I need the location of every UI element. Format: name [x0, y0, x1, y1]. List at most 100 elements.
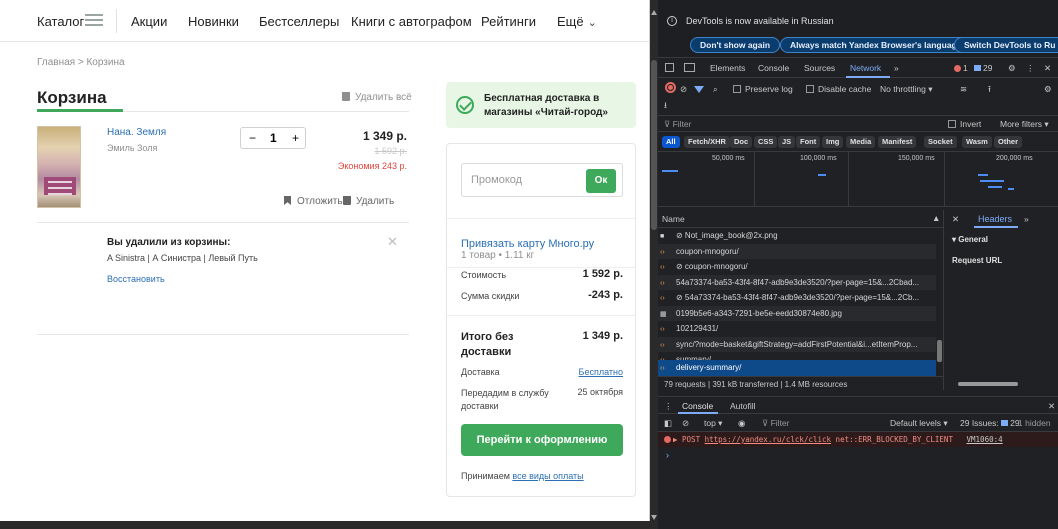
name-column-header[interactable]: Name [662, 214, 685, 224]
postpone-button[interactable]: Отложить [284, 196, 343, 207]
message-counter[interactable]: 29 [974, 63, 992, 73]
kebab-menu-icon[interactable]: ⋮ [1026, 63, 1035, 74]
clear-icon[interactable]: ⊘ [680, 84, 687, 95]
record-icon[interactable] [665, 82, 676, 93]
import-icon[interactable]: ⭱ [988, 84, 991, 98]
link-card-link[interactable]: Привязать карту Много.ру [461, 238, 594, 250]
error-source-link[interactable]: VM1060:4 [967, 435, 1003, 444]
panel-horizontal-scrollbar[interactable] [944, 380, 1058, 388]
requests-scrollbar[interactable] [936, 228, 943, 376]
request-row[interactable]: ‹› 102129431/ [658, 321, 936, 337]
scroll-down-icon[interactable] [651, 515, 657, 520]
scrollbar-thumb[interactable] [937, 340, 942, 362]
close-panel-icon[interactable]: ✕ [952, 214, 959, 225]
tab-network[interactable]: Network [850, 63, 881, 73]
tab-autofill[interactable]: Autofill [730, 401, 756, 411]
request-row[interactable]: ■ ⊘ Not_image_book@2x.png [658, 228, 936, 244]
increase-button[interactable]: + [292, 131, 299, 145]
request-row[interactable]: ‹› coupon-mnogoru/ [658, 243, 936, 259]
breadcrumb[interactable]: Главная > Корзина [37, 57, 125, 68]
preserve-log-checkbox[interactable]: Preserve log [733, 84, 793, 94]
network-timeline-overview[interactable]: 50,000 ms 100,000 ms 150,000 ms 200,000 … [658, 152, 1058, 207]
error-url-link[interactable]: https://yandex.ru/clck/click [705, 435, 831, 444]
tab-sources[interactable]: Sources [804, 63, 835, 73]
apply-promo-button[interactable]: Ок [586, 169, 616, 193]
filter-chip-js[interactable]: JS [778, 136, 796, 148]
decrease-button[interactable]: − [249, 131, 256, 145]
restore-link[interactable]: Восстановить [107, 274, 165, 284]
issues-counter[interactable]: 29 Issues: 29 [960, 418, 1020, 428]
filter-chip-all[interactable]: All [662, 136, 680, 148]
tab-console[interactable]: Console [758, 63, 789, 73]
nav-new[interactable]: Новинки [188, 14, 239, 29]
filter-chip-doc[interactable]: Doc [730, 136, 753, 148]
throttling-select[interactable]: No throttling ▾ [880, 84, 932, 95]
book-title-link[interactable]: Нана. Земля [107, 127, 166, 138]
close-icon[interactable]: ✕ [1044, 63, 1051, 74]
request-row[interactable]: ‹› ⊘ coupon-mnogoru/ [658, 259, 936, 275]
invert-checkbox[interactable]: Invert [948, 119, 981, 129]
live-expression-icon[interactable]: ◉ [738, 418, 745, 429]
quantity-value[interactable]: 1 [270, 131, 277, 145]
console-error-message[interactable]: ▶ POST https://yandex.ru/clck/click net:… [658, 432, 1058, 447]
remove-button[interactable]: Удалить [343, 196, 394, 207]
close-icon[interactable]: ✕ [387, 234, 398, 250]
page-scrollbar[interactable] [650, 0, 658, 529]
nav-more[interactable]: Ещё ⌄ [557, 14, 597, 29]
nav-bestsellers[interactable]: Бестселлеры [259, 14, 339, 29]
filter-chip-socket[interactable]: Socket [924, 136, 957, 148]
console-filter-input[interactable]: ⊽ Filter [762, 418, 789, 429]
filter-chip-media[interactable]: Media [846, 136, 876, 148]
console-prompt[interactable]: › [666, 450, 669, 460]
search-icon[interactable]: ⌕ [713, 84, 718, 95]
filter-chip-manifest[interactable]: Manifest [878, 136, 917, 148]
filter-chip-css[interactable]: CSS [754, 136, 778, 148]
sidebar-toggle-icon[interactable]: ◧ [664, 418, 672, 429]
nav-catalog[interactable]: Каталог [37, 14, 84, 29]
error-counter[interactable]: 1 [954, 63, 968, 73]
filter-chip-fetch-xhr[interactable]: Fetch/XHR [684, 136, 730, 148]
always-match-language-button[interactable]: Always match Yandex Browser's language [780, 37, 972, 53]
dont-show-again-button[interactable]: Don't show again [690, 37, 781, 53]
filter-chip-wasm[interactable]: Wasm [962, 136, 992, 148]
filter-input[interactable]: ⊽ Filter [664, 119, 691, 130]
tab-headers[interactable]: Headers [978, 214, 1012, 224]
request-row-selected[interactable]: ‹› delivery-summary/ [658, 360, 936, 376]
filter-icon[interactable] [694, 86, 704, 93]
gear-icon[interactable]: ⚙ [1008, 63, 1016, 74]
request-row[interactable]: ‹› ⊘ 54a73374-ba53-43f4-8f47-adb9e3de3520… [658, 290, 936, 306]
scroll-up-icon[interactable] [651, 10, 657, 15]
switch-language-button[interactable]: Switch DevTools to Ru [954, 37, 1058, 53]
log-levels-select[interactable]: Default levels ▾ [890, 418, 948, 429]
nav-promotions[interactable]: Акции [131, 14, 167, 29]
clear-console-icon[interactable]: ⊘ [682, 418, 689, 429]
context-select[interactable]: top ▾ [704, 418, 722, 429]
general-section-toggle[interactable]: ▾ General [952, 235, 988, 244]
nav-autographed[interactable]: Книги с автографом [351, 14, 472, 29]
checkout-button[interactable]: Перейти к оформлению [461, 424, 623, 456]
drawer-menu-icon[interactable]: ⋮ [664, 401, 673, 412]
filter-chip-font[interactable]: Font [796, 136, 821, 148]
disable-cache-checkbox[interactable]: Disable cache [806, 84, 871, 94]
promo-code-input[interactable]: Промокод Ок [461, 163, 623, 197]
payment-methods-link[interactable]: все виды оплаты [512, 471, 583, 481]
page-horizontal-scrollbar[interactable] [0, 521, 650, 529]
request-row[interactable]: ‹› 54a73374-ba53-43f4-8f47-adb9e3de3520/?… [658, 274, 936, 290]
inspect-icon[interactable] [665, 63, 674, 72]
sort-up-icon[interactable]: ▲ [932, 213, 940, 223]
export-icon[interactable]: ⭳ [664, 100, 667, 114]
filter-chip-img[interactable]: Img [822, 136, 844, 148]
scrollbar-thumb[interactable] [651, 60, 657, 230]
more-tabs-icon[interactable]: » [1024, 214, 1029, 224]
scrollbar-thumb[interactable] [958, 382, 1018, 386]
more-tabs-icon[interactable]: » [894, 63, 899, 73]
device-toolbar-icon[interactable] [684, 63, 695, 72]
delivery-value-link[interactable]: Бесплатно [579, 367, 623, 377]
gear-icon[interactable]: ⚙ [1044, 84, 1052, 95]
tab-elements[interactable]: Elements [710, 63, 745, 73]
request-row[interactable]: ‹› sync/?mode=basket&giftStrategy=addFirs… [658, 336, 936, 352]
nav-ratings[interactable]: Рейтинги [481, 14, 536, 29]
network-conditions-icon[interactable]: ≋ [960, 84, 967, 95]
book-cover-image[interactable] [37, 126, 81, 208]
delete-all-button[interactable]: Удалить всё [342, 92, 412, 103]
